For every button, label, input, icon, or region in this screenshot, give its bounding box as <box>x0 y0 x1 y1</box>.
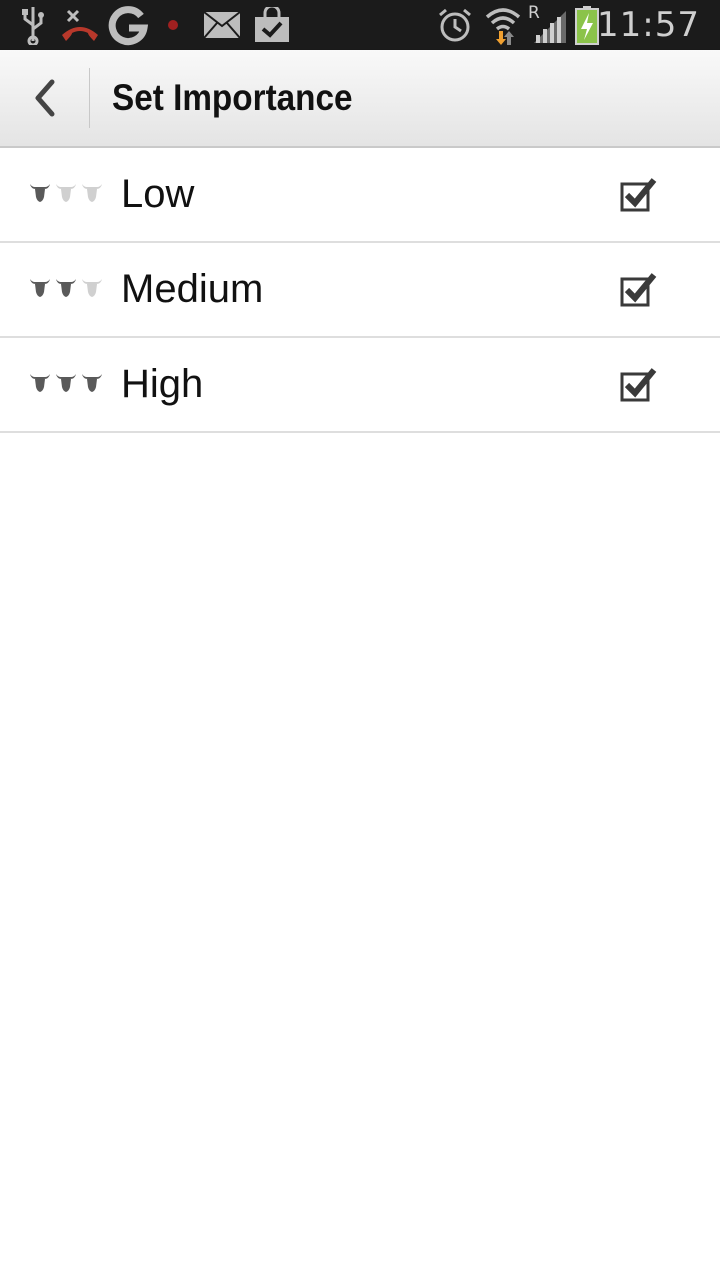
importance-label: Low <box>121 172 195 216</box>
checkbox-low[interactable] <box>620 176 658 214</box>
bull-icon <box>30 279 50 297</box>
status-bar: R 11:57 <box>0 0 720 50</box>
missed-call-icon <box>58 0 102 50</box>
google-g-icon <box>106 0 150 50</box>
bull-icon <box>56 279 76 297</box>
bull-rating-medium <box>28 275 104 299</box>
importance-item-low[interactable]: Low <box>0 148 720 243</box>
bull-icon <box>82 184 102 202</box>
alarm-clock-icon <box>436 0 474 50</box>
signal-icon: R <box>526 0 570 50</box>
chevron-left-icon <box>35 79 55 117</box>
action-bar-divider <box>89 68 90 128</box>
mail-icon <box>202 0 242 50</box>
bull-icon <box>82 279 102 297</box>
importance-label: High <box>121 362 204 406</box>
notification-dot-icon <box>164 0 182 50</box>
importance-label: Medium <box>121 267 264 311</box>
bull-icon <box>30 184 50 202</box>
wifi-icon <box>484 0 522 50</box>
bull-rating-low <box>28 180 104 204</box>
bull-rating-high <box>28 370 104 394</box>
action-bar: Set Importance <box>0 50 720 148</box>
importance-item-high[interactable]: High <box>0 338 720 433</box>
network-letter: R <box>528 3 540 23</box>
page-title: Set Importance <box>112 77 353 118</box>
checkbox-high[interactable] <box>620 366 658 404</box>
clock-time: 11:57 <box>597 5 700 45</box>
importance-item-medium[interactable]: Medium <box>0 243 720 338</box>
shopping-bag-check-icon <box>252 0 292 50</box>
bull-icon <box>56 184 76 202</box>
checkbox-medium[interactable] <box>620 271 658 309</box>
bull-icon <box>30 374 50 392</box>
bull-icon <box>82 374 102 392</box>
importance-list: Low Medium High <box>0 148 720 433</box>
back-button[interactable] <box>0 50 90 146</box>
bull-icon <box>56 374 76 392</box>
usb-icon <box>18 0 48 50</box>
